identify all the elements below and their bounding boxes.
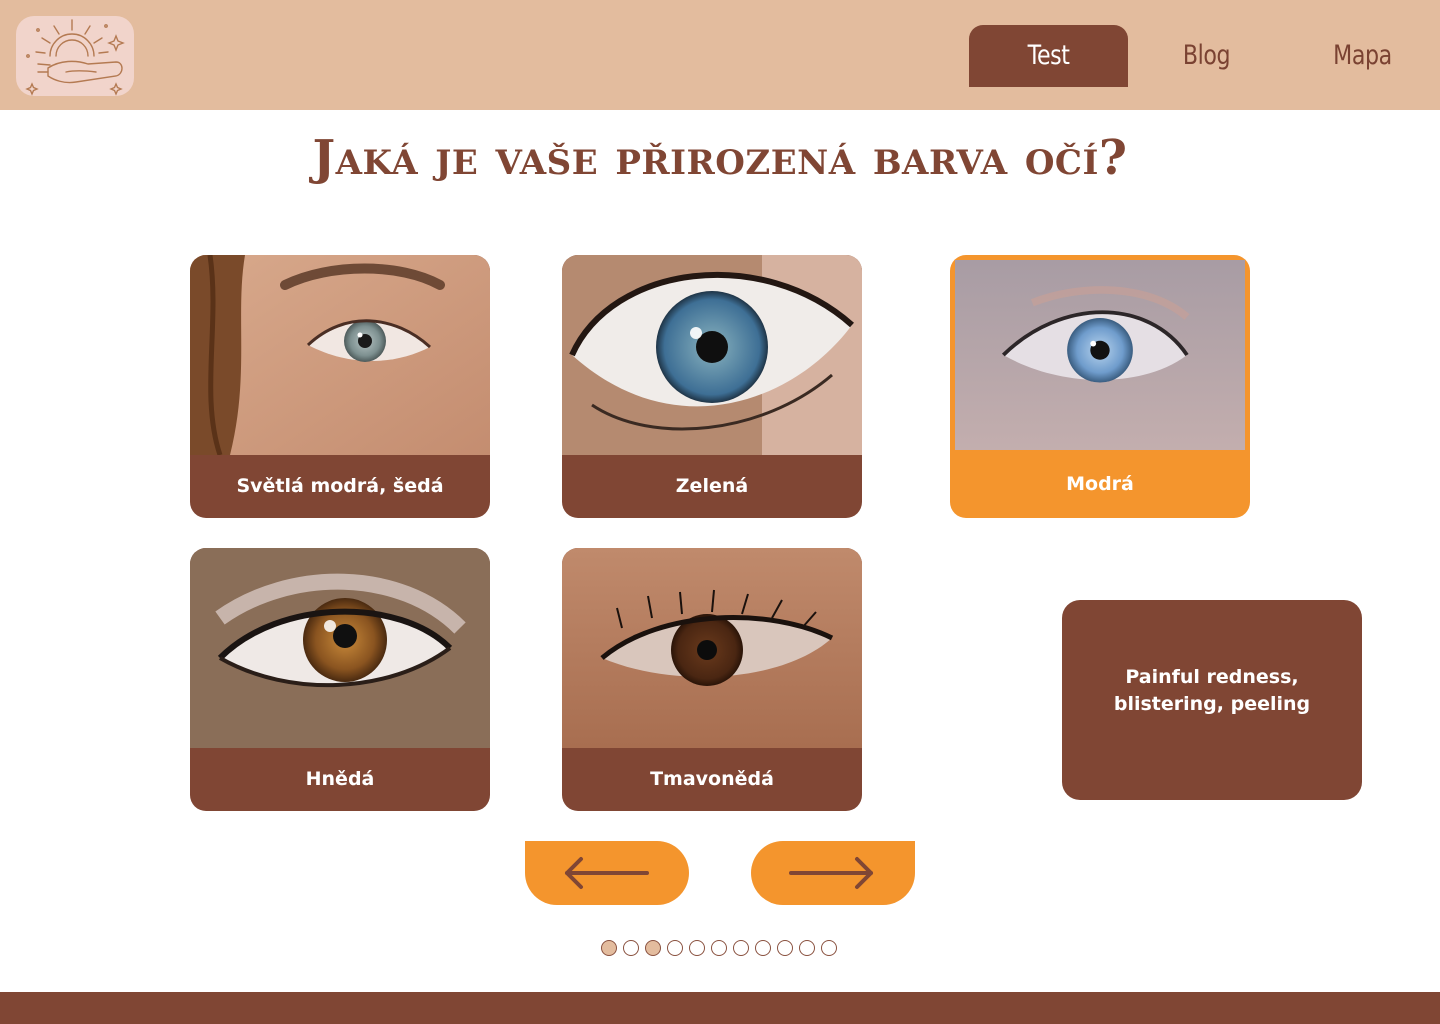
nav-mapa[interactable]: Mapa xyxy=(1297,25,1427,87)
pagination-dot[interactable] xyxy=(667,940,683,956)
eye-photo-dark-brown xyxy=(562,548,862,748)
pagination-dot[interactable] xyxy=(645,940,661,956)
pagination-dots xyxy=(601,940,837,958)
option-dark-brown[interactable]: Tmavonědá xyxy=(562,548,862,811)
info-box: Painful redness, blistering, peeling xyxy=(1062,600,1362,800)
option-brown[interactable]: Hnědá xyxy=(190,548,490,811)
option-label: Hnědá xyxy=(305,768,375,790)
info-text: Painful redness, blistering, peeling xyxy=(1113,666,1311,715)
nav-test-label: Test xyxy=(1027,40,1070,71)
arrow-right-icon xyxy=(789,857,873,889)
eye-photo-blue xyxy=(955,260,1245,450)
arrow-left-icon xyxy=(565,857,649,889)
nav-blog[interactable]: Blog xyxy=(1141,25,1271,87)
logo[interactable] xyxy=(16,16,134,96)
option-label: Zelená xyxy=(675,475,749,497)
option-blue[interactable]: Modrá xyxy=(950,255,1250,518)
pagination-dot[interactable] xyxy=(601,940,617,956)
option-label: Světlá modrá, šedá xyxy=(236,475,444,497)
header: Test Blog Mapa xyxy=(0,0,1440,110)
pagination-dot[interactable] xyxy=(777,940,793,956)
option-label: Tmavonědá xyxy=(650,768,774,790)
sun-hand-icon xyxy=(25,19,125,96)
pagination-dot[interactable] xyxy=(623,940,639,956)
pagination-dot[interactable] xyxy=(733,940,749,956)
option-green[interactable]: Zelená xyxy=(562,255,862,518)
pagination-dot[interactable] xyxy=(821,940,837,956)
eye-photo-light-blue xyxy=(190,255,490,455)
option-light-blue-grey[interactable]: Světlá modrá, šedá xyxy=(190,255,490,518)
footer xyxy=(0,992,1440,1024)
next-button[interactable] xyxy=(751,841,915,905)
prev-button[interactable] xyxy=(525,841,689,905)
option-label: Modrá xyxy=(1066,473,1134,495)
pagination-dot[interactable] xyxy=(711,940,727,956)
pagination-dot[interactable] xyxy=(755,940,771,956)
pagination-dot[interactable] xyxy=(799,940,815,956)
page-title: Jaká je vaše přirozená barva očí? xyxy=(312,130,1128,186)
eye-photo-green xyxy=(562,255,862,455)
eye-photo-brown xyxy=(190,548,490,748)
nav-test[interactable]: Test xyxy=(969,25,1128,87)
pagination-dot[interactable] xyxy=(689,940,705,956)
